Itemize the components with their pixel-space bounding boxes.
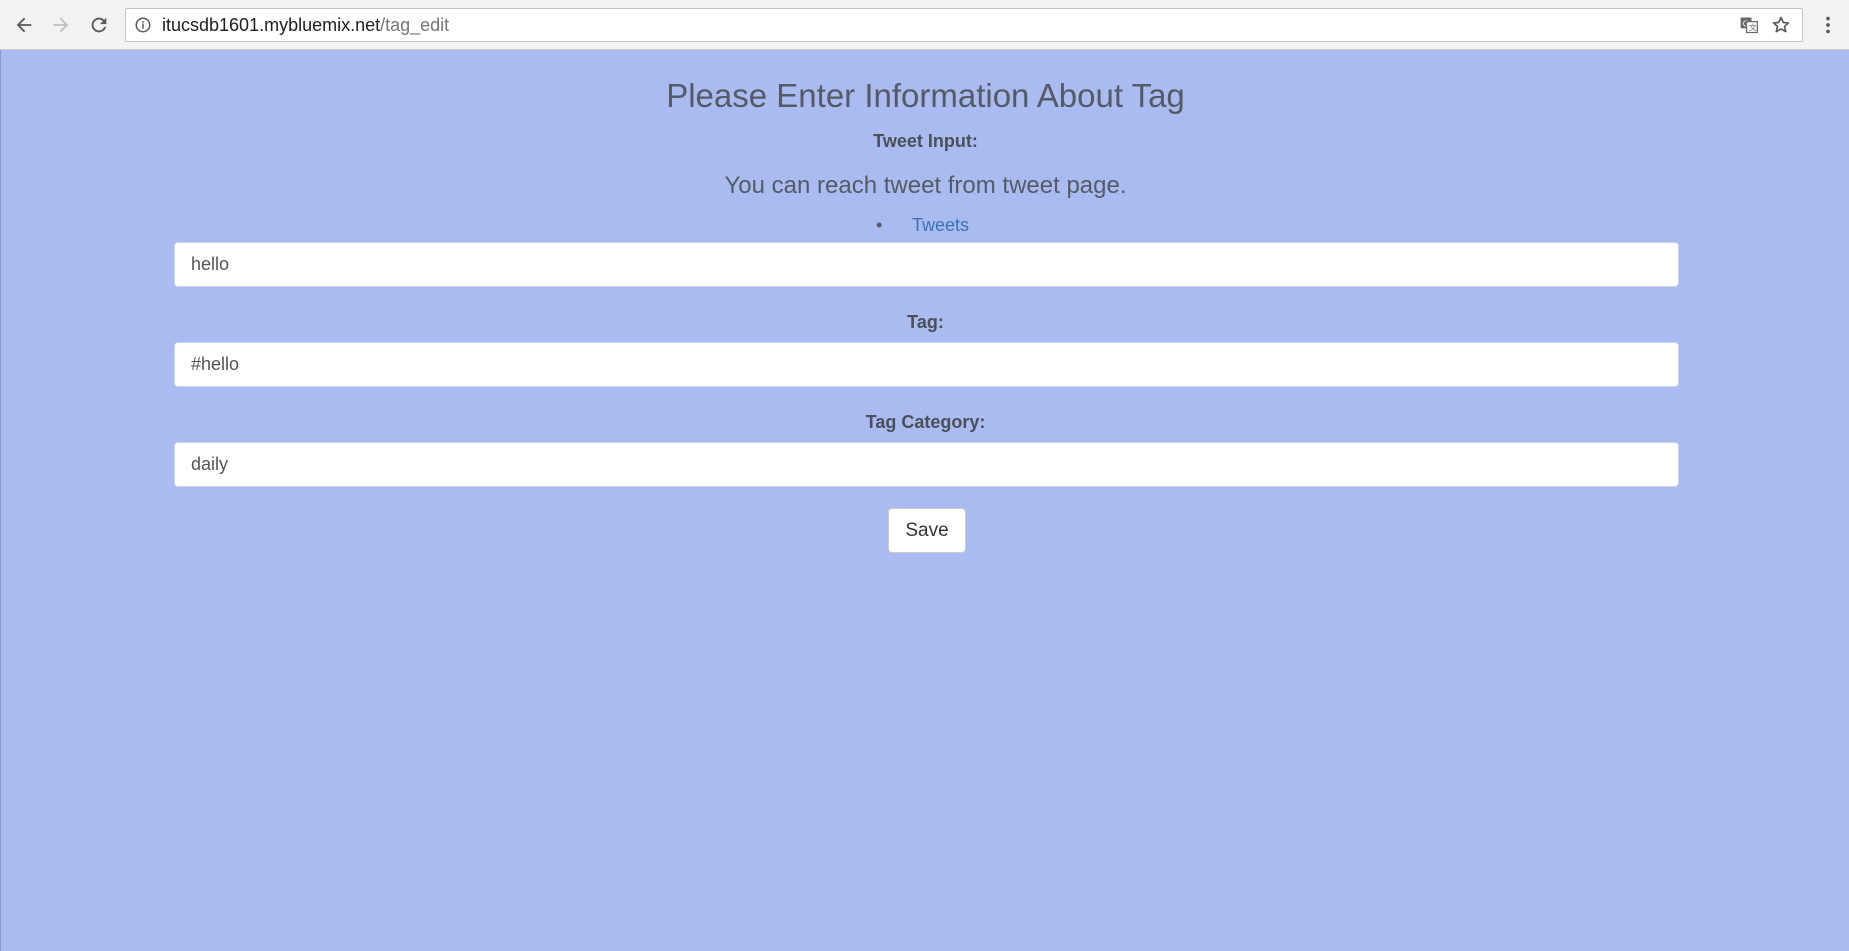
tag-category-label: Tag Category: bbox=[865, 412, 986, 432]
info-icon[interactable] bbox=[132, 14, 154, 36]
page-title: Please Enter Information About Tag bbox=[666, 77, 1185, 114]
tweets-link[interactable]: Tweets bbox=[912, 215, 969, 235]
kebab-menu-icon bbox=[1826, 16, 1830, 34]
url-text[interactable]: itucsdb1601.mybluemix.net/tag_edit bbox=[162, 15, 449, 36]
tweet-input-label: Tweet Input: bbox=[873, 131, 978, 151]
url-path: /tag_edit bbox=[380, 14, 450, 35]
reload-button[interactable] bbox=[84, 10, 114, 40]
tweet-input-field[interactable] bbox=[174, 242, 1679, 287]
arrow-left-icon bbox=[16, 17, 32, 33]
url-host: itucsdb1601.mybluemix.net bbox=[162, 14, 381, 35]
links-list: • Tweets bbox=[1, 215, 1849, 236]
forward-button[interactable] bbox=[46, 10, 76, 40]
svg-text:文: 文 bbox=[1749, 22, 1757, 32]
browser-menu-button[interactable] bbox=[1813, 10, 1843, 40]
browser-toolbar: itucsdb1601.mybluemix.net/tag_edit G 文 bbox=[0, 0, 1849, 50]
page-content: Please Enter Information About Tag Tweet… bbox=[0, 50, 1849, 951]
arrow-right-icon bbox=[53, 17, 69, 33]
address-bar[interactable]: itucsdb1601.mybluemix.net/tag_edit G 文 bbox=[125, 8, 1803, 42]
list-item: • Tweets bbox=[876, 215, 969, 236]
back-button[interactable] bbox=[9, 10, 39, 40]
tag-field[interactable] bbox=[174, 342, 1679, 387]
tag-category-field[interactable] bbox=[174, 442, 1679, 487]
star-icon[interactable] bbox=[1770, 14, 1792, 36]
save-button[interactable]: Save bbox=[888, 508, 966, 553]
reload-icon bbox=[91, 17, 107, 33]
tag-label: Tag: bbox=[907, 312, 944, 332]
translate-icon[interactable]: G 文 bbox=[1738, 14, 1760, 36]
bullet-icon: • bbox=[875, 215, 883, 235]
tweet-page-note: You can reach tweet from tweet page. bbox=[724, 172, 1127, 199]
